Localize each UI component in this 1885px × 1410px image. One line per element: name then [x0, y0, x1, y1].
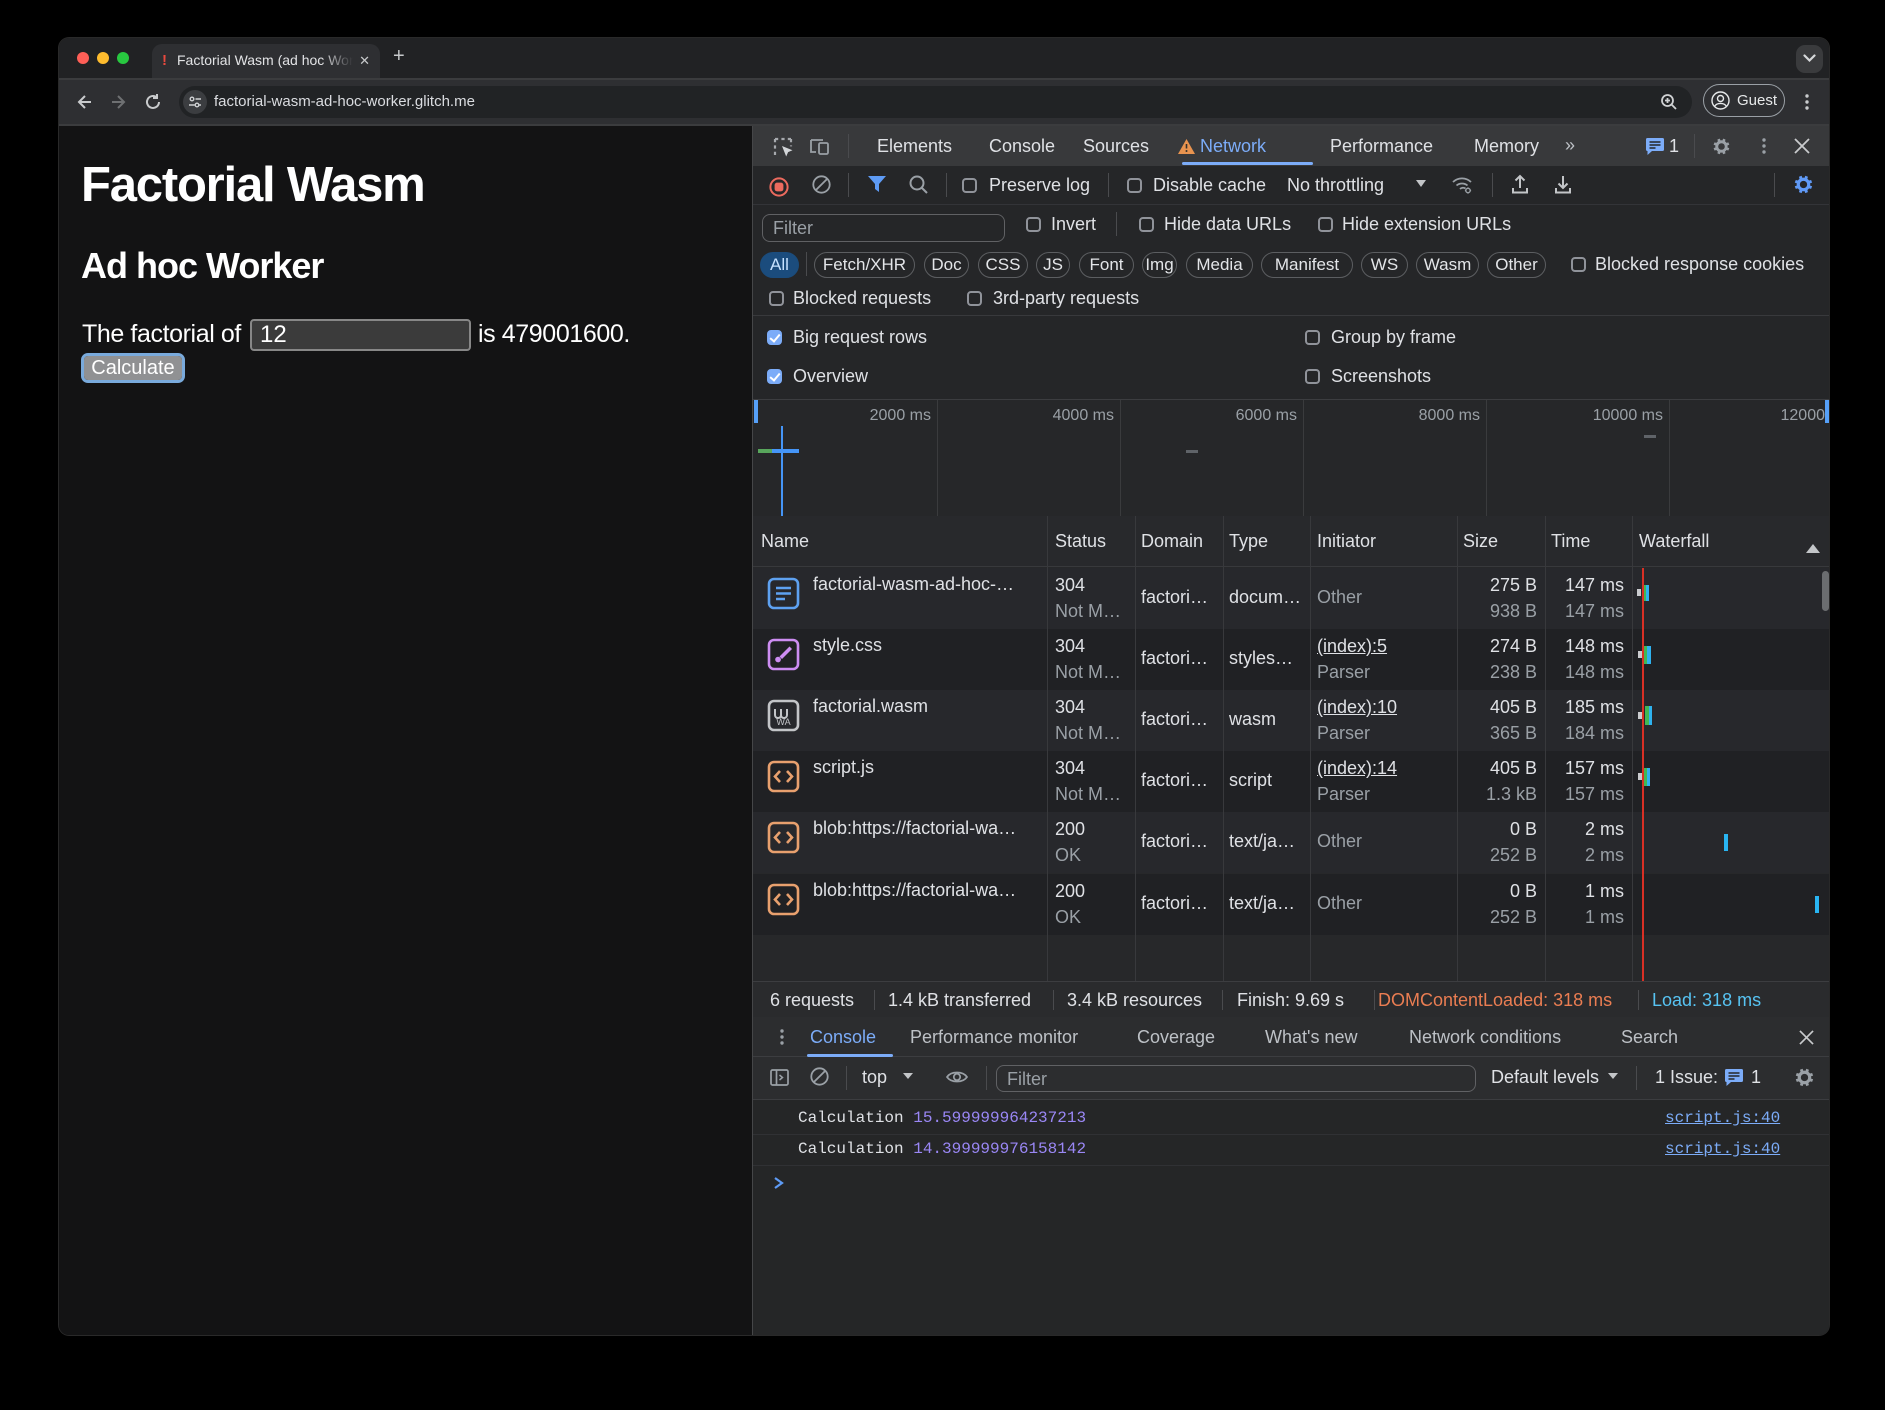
svg-text:WA: WA: [776, 717, 790, 727]
